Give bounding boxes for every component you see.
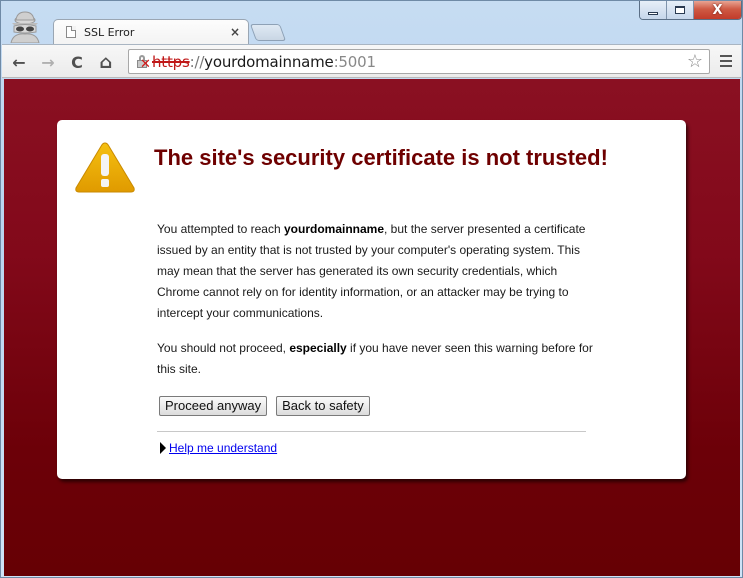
expand-triangle-icon[interactable]	[160, 442, 166, 454]
maximize-icon	[675, 6, 685, 14]
reload-icon: C	[71, 52, 83, 72]
address-bar[interactable]: ✕ https://yourdomainname:5001 ☆	[128, 49, 710, 74]
paragraph2-text: You should not proceed,	[157, 341, 290, 355]
maximize-button[interactable]	[667, 1, 694, 19]
broken-lock-icon[interactable]: ✕	[135, 54, 151, 72]
bookmark-star-icon[interactable]: ☆	[687, 51, 703, 72]
tab-title: SSL Error	[84, 25, 135, 39]
url-separator: ://	[189, 52, 205, 71]
paragraph-advice: You should not proceed, especially if yo…	[157, 338, 597, 380]
new-tab-button[interactable]	[249, 24, 287, 41]
title-bar: SSL Error × X	[1, 1, 742, 44]
page-title: The site's security certificate is not t…	[154, 145, 608, 170]
url-port: :5001	[333, 52, 376, 71]
divider	[157, 431, 586, 432]
close-window-button[interactable]: X	[694, 1, 741, 19]
help-section: Help me understand	[160, 441, 277, 455]
url-scheme: https	[152, 52, 190, 71]
help-me-understand-link[interactable]: Help me understand	[169, 441, 277, 455]
minimize-button[interactable]	[640, 1, 667, 19]
browser-window: SSL Error × X ← → C ⌂ ✕ https://yourdoma…	[0, 0, 743, 578]
ssl-error-card: The site's security certificate is not t…	[57, 120, 686, 479]
back-to-safety-button[interactable]: Back to safety	[276, 396, 370, 416]
emphasis-especially: especially	[289, 341, 347, 355]
home-button[interactable]: ⌂	[95, 51, 117, 73]
page-icon	[66, 26, 76, 38]
paragraph-explanation: You attempted to reach yourdomainname, b…	[157, 219, 597, 324]
browser-toolbar: ← → C ⌂ ✕ https://yourdomainname:5001 ☆	[2, 44, 741, 78]
home-icon: ⌂	[99, 51, 113, 73]
url-text[interactable]: https://yourdomainname:5001	[152, 53, 376, 71]
paragraph1-text: You attempted to reach	[157, 222, 284, 236]
domain-name: yourdomainname	[283, 222, 385, 236]
minimize-icon	[648, 11, 658, 15]
error-description: You attempted to reach yourdomainname, b…	[157, 219, 597, 394]
tab-ssl-error[interactable]: SSL Error ×	[53, 19, 249, 44]
chrome-menu-icon[interactable]	[720, 55, 732, 67]
action-buttons: Proceed anyway Back to safety	[159, 396, 370, 416]
url-host: yourdomainname	[204, 52, 334, 71]
page-content: The site's security certificate is not t…	[4, 79, 740, 576]
close-icon: X	[712, 2, 723, 18]
back-button[interactable]: ←	[8, 51, 30, 73]
back-arrow-icon: ←	[12, 52, 26, 72]
close-tab-icon[interactable]: ×	[230, 25, 240, 39]
warning-icon	[75, 142, 135, 193]
incognito-icon	[10, 11, 40, 43]
forward-arrow-icon: →	[41, 52, 55, 72]
forward-button[interactable]: →	[37, 51, 59, 73]
reload-button[interactable]: C	[66, 51, 88, 73]
proceed-anyway-button[interactable]: Proceed anyway	[159, 396, 268, 416]
paragraph1-text-rest: , but the server presented a certificate…	[157, 222, 586, 320]
window-controls: X	[639, 1, 742, 20]
